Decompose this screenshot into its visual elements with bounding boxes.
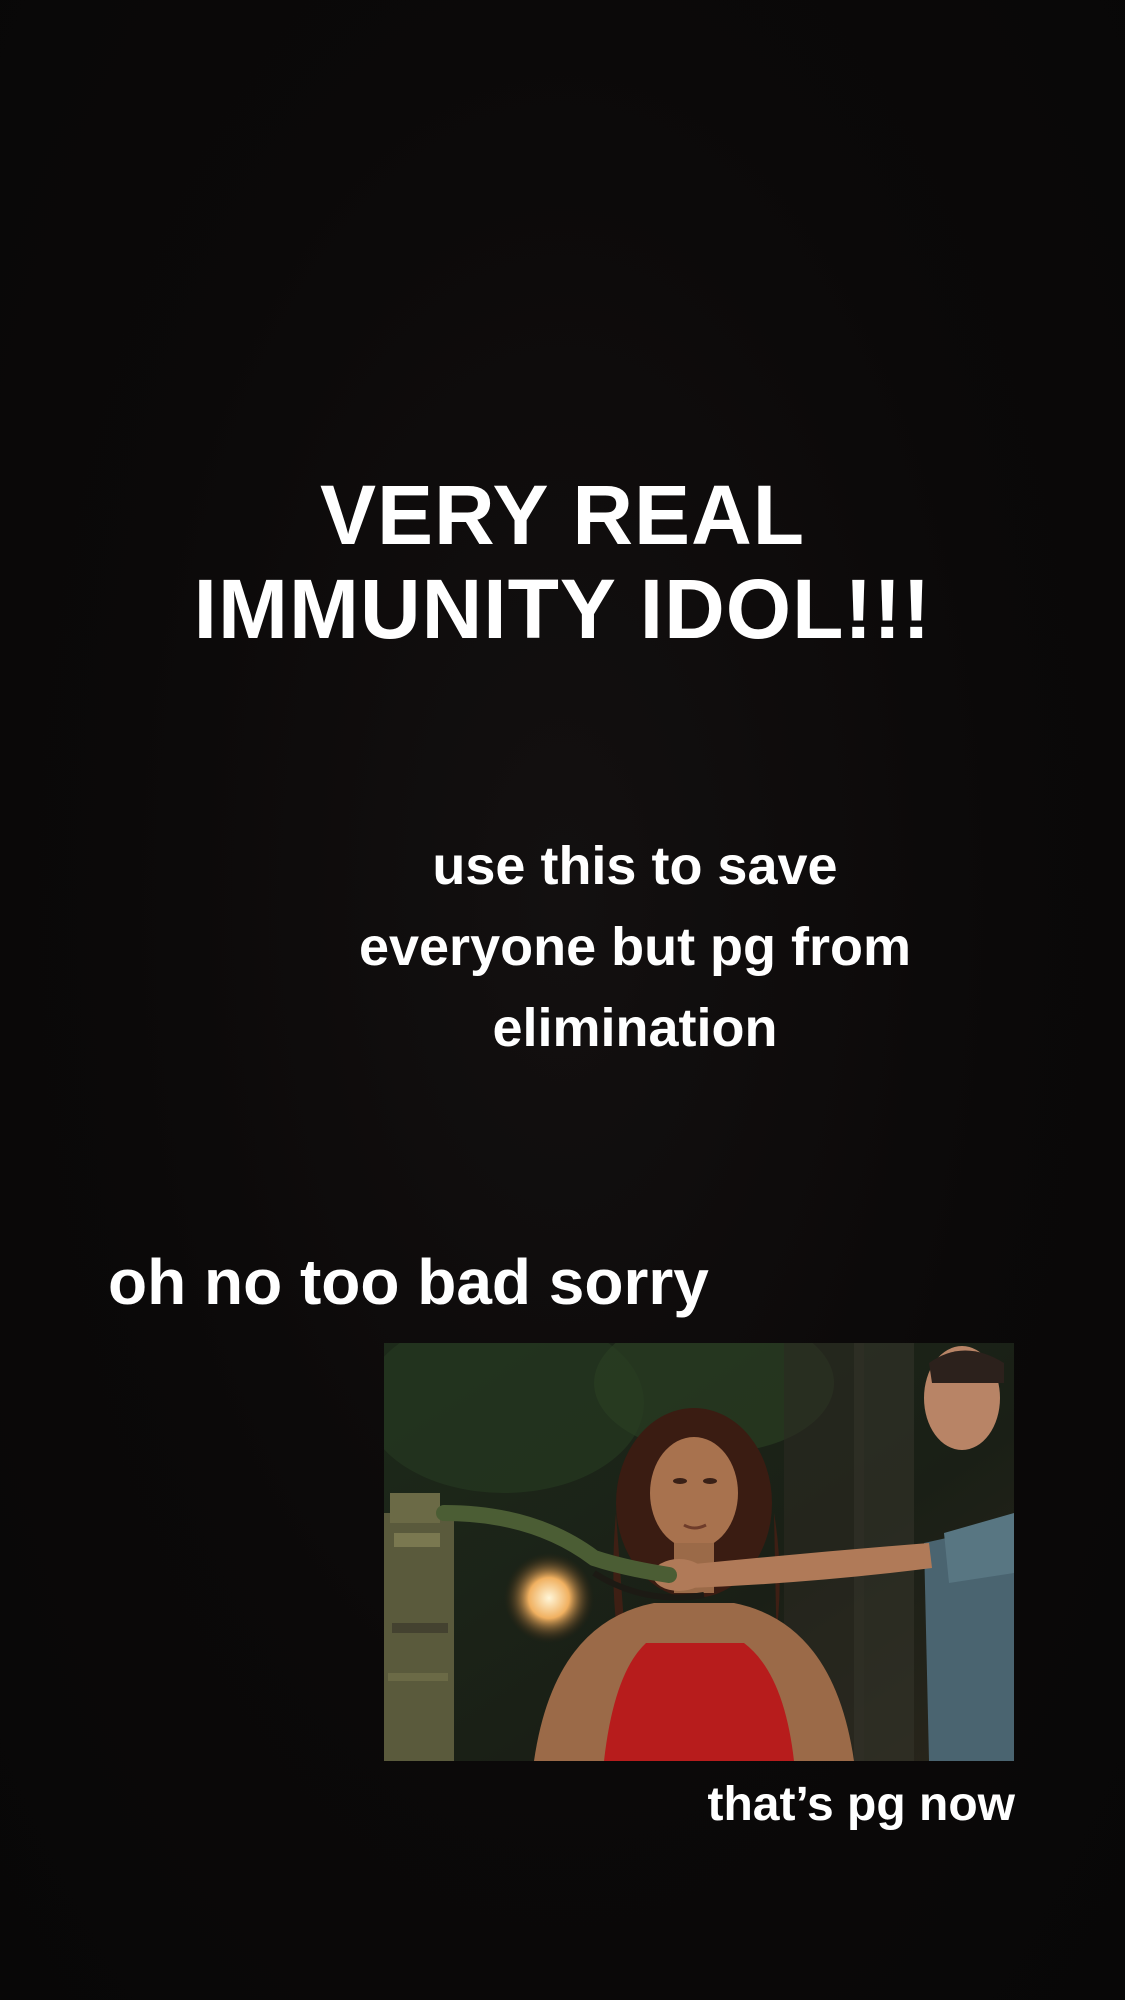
caption-sorry-line1: oh no too bad sorry <box>108 1245 709 1318</box>
caption-now-text: that’s pg now <box>707 1778 1015 1831</box>
tribal-council-photo <box>384 1343 1014 1761</box>
caption-save-text: use this to save everyone but pg from el… <box>358 836 912 1058</box>
photo-illustration <box>384 1343 1014 1761</box>
headline-text: VERY REAL IMMUNITY IDOL!!! <box>193 468 932 657</box>
story-canvas: VERY REAL IMMUNITY IDOL!!! use this to s… <box>0 0 1125 2000</box>
